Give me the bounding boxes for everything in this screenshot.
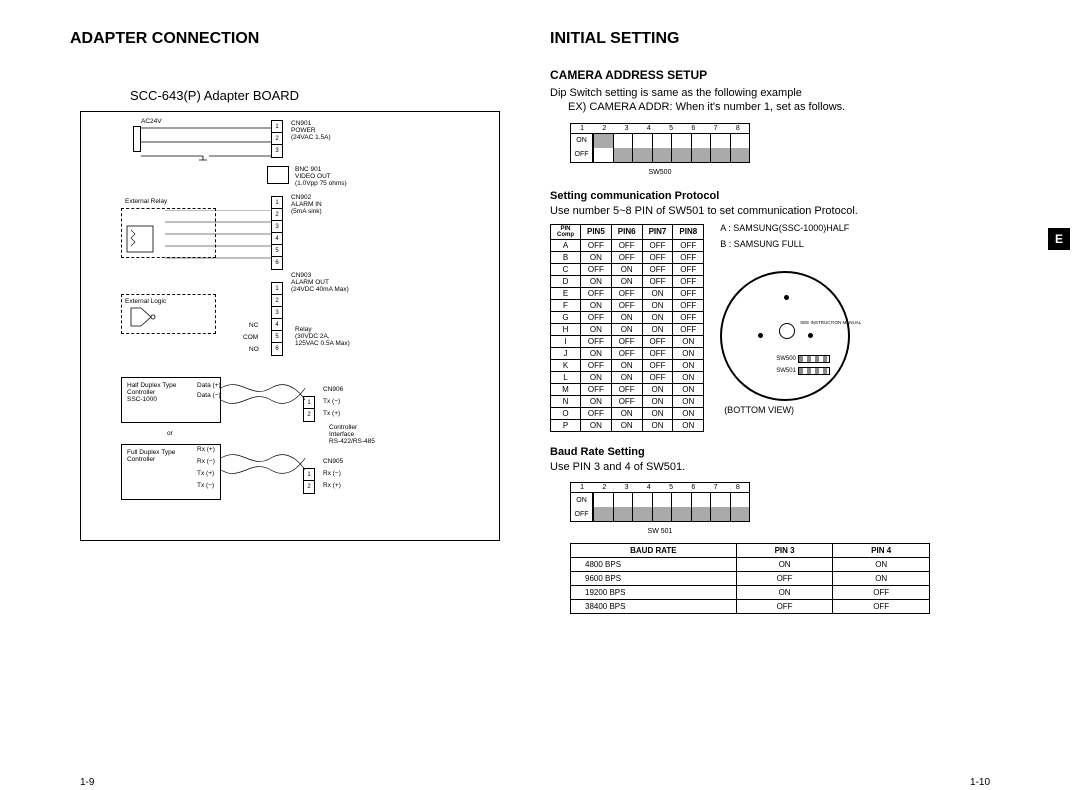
manual-page: ADAPTER CONNECTION SCC-643(P) Adapter BO… [0,0,1080,790]
sw500-dip: 12345678 ON OFF [570,123,750,163]
legend-b: B : SAMSUNG FULL [720,238,850,251]
cn902-label: CN902ALARM IN(5mA sink) [291,194,322,215]
rxp-label: Rx (+) [197,446,215,453]
language-tab-e: E [1048,228,1070,250]
cn905-2-label: Rx (+) [323,482,341,489]
data-p-label: Data (+) [197,382,221,389]
com-label: COM [243,334,258,341]
bottom-view-diagram: SEE INSTRUCTION MANUAL SW500 SW501 [720,271,850,401]
sw501-dip: 12345678 ON OFF [570,482,750,522]
schematic-box: 123 CN901POWER(24VAC 1.5A) AC24V BNC 901… [80,111,500,541]
cn906-2-label: Tx (+) [323,410,340,417]
bnc901-label: BNC 901VIDEO OUT(1.0Vpp 75 ohms) [295,166,347,187]
page-number-right: 1-10 [970,777,990,788]
protocol-text: Use number 5~8 PIN of SW501 to set commu… [550,204,990,218]
page-number-left: 1-9 [80,777,94,788]
baud-rate-table: BAUD RATEPIN 3PIN 44800 BPSONON9600 BPSO… [570,543,930,614]
sw500-caption: SW500 [570,167,750,176]
rxn-label: Rx (−) [197,458,215,465]
bv-note: SEE INSTRUCTION MANUAL [800,321,861,326]
left-column: ADAPTER CONNECTION SCC-643(P) Adapter BO… [70,30,530,770]
txp-label: Tx (+) [197,470,214,477]
ctrl-if-label: ControllerInterfaceRS-422/RS-485 [329,424,375,445]
half-duplex-label: Half Duplex TypeControllerSSC-1000 [127,382,176,403]
data-n-label: Data (−) [197,392,221,399]
full-duplex-label: Full Duplex TypeController [127,449,175,463]
protocol-table: PINCompPIN5PIN6PIN7PIN8AOFFOFFOFFOFFBONO… [550,224,704,432]
initial-setting-heading: INITIAL SETTING [550,30,990,48]
cn905-1-label: Rx (−) [323,470,341,477]
nc-label: NC [249,322,258,329]
cn906-1-label: Tx (−) [323,398,340,405]
external-relay-label: External Relay [125,198,167,205]
baud-text: Use PIN 3 and 4 of SW501. [550,460,990,474]
board-title: SCC-643(P) Adapter BOARD [130,88,510,103]
baud-heading: Baud Rate Setting [550,446,990,458]
relay-label: Relay(30VDC 2A,125VAC 0.5A Max) [295,326,350,347]
or-label: or [167,430,173,437]
cn901-label: CN901POWER(24VAC 1.5A) [291,120,331,141]
cn906-label: CN906 [323,386,343,393]
camera-setup-line2: EX) CAMERA ADDR: When it's number 1, set… [550,100,990,114]
legend-a: A : SAMSUNG(SSC-1000)HALF [720,222,850,235]
txn-label: Tx (−) [197,482,214,489]
protocol-heading: Setting communication Protocol [550,190,990,202]
cn903-label: CN903ALARM OUT(24VDC 40mA Max) [291,272,349,293]
camera-setup-line1: Dip Switch setting is same as the follow… [550,86,990,100]
adapter-connection-heading: ADAPTER CONNECTION [70,30,510,48]
right-column: INITIAL SETTING CAMERA ADDRESS SETUP Dip… [530,30,1040,770]
no-label: NO [249,346,259,353]
bottom-view-caption: (BOTTOM VIEW) [724,405,850,415]
camera-address-setup-heading: CAMERA ADDRESS SETUP [550,68,990,82]
cn905-label: CN905 [323,458,343,465]
sw501-caption: SW 501 [570,526,750,535]
